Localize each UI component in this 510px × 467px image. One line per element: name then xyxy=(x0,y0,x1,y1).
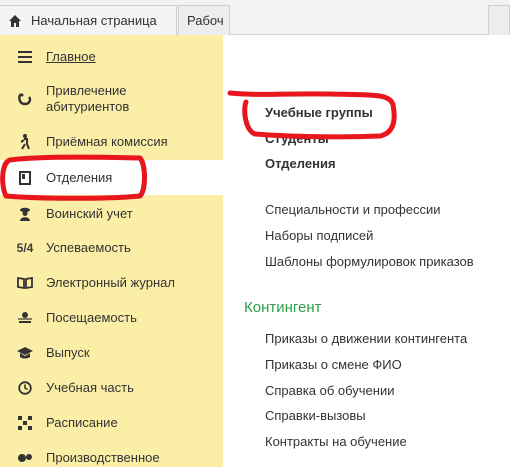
sidebar-item-label: Учебная часть xyxy=(46,380,134,395)
tab-home-label: Начальная страница xyxy=(31,13,157,28)
attendance-icon xyxy=(16,309,34,327)
sidebar-item-journal[interactable]: Электронный журнал xyxy=(0,270,223,296)
door-icon xyxy=(16,169,34,187)
tab-bar: Начальная страница Рабоч xyxy=(0,0,510,35)
sidebar-item-departments[interactable]: Отделения xyxy=(0,160,223,195)
sidebar-item-graduation[interactable]: Выпуск xyxy=(0,340,223,366)
magnet-icon xyxy=(16,90,34,108)
sidebar-item-admission[interactable]: Приёмная комиссия xyxy=(0,129,223,155)
sidebar-item-schedule[interactable]: Расписание xyxy=(0,410,223,436)
link-study-contracts[interactable]: Контракты на обучение xyxy=(265,434,407,449)
sidebar-item-label: Электронный журнал xyxy=(46,275,175,290)
graduation-cap-icon xyxy=(16,344,34,362)
soldier-icon xyxy=(16,205,34,223)
link-study-certificate[interactable]: Справка об обучении xyxy=(265,383,395,398)
sidebar-item-grade-glyph: 5/4 xyxy=(16,241,34,255)
sidebar-item-main[interactable]: Главное xyxy=(0,44,223,70)
sidebar-item-attendance[interactable]: Посещаемость xyxy=(0,305,223,331)
sidebar-item-label: Успеваемость xyxy=(46,240,131,255)
link-movement-orders[interactable]: Приказы о движении контингента xyxy=(265,331,467,346)
sidebar-item-label: Отделения xyxy=(46,169,113,185)
sidebar-item-military[interactable]: Воинский учет xyxy=(0,201,223,227)
sidebar-item-label: Выпуск xyxy=(46,345,90,360)
sidebar-item-applicants[interactable]: Привлечение абитуриентов xyxy=(0,77,223,121)
sidebar: Главное Привлечение абитуриентов Приёмна… xyxy=(0,35,223,467)
production-icon xyxy=(16,449,34,467)
section-heading-contingent: Контингент xyxy=(244,299,322,316)
sidebar-item-label: Расписание xyxy=(46,415,118,430)
tab-working[interactable]: Рабоч xyxy=(178,5,230,35)
open-book-icon xyxy=(16,274,34,292)
sidebar-item-label: Главное xyxy=(46,49,96,64)
content-panel: Учебные группы Студенты Отделения Специа… xyxy=(223,35,510,467)
link-departments[interactable]: Отделения xyxy=(265,156,336,171)
sidebar-item-label: Воинский учет xyxy=(46,206,133,221)
tab-next[interactable] xyxy=(488,5,510,35)
link-specialties[interactable]: Специальности и профессии xyxy=(265,202,441,217)
sidebar-item-label: Привлечение абитуриентов xyxy=(46,83,130,114)
tab-working-label: Рабоч xyxy=(187,13,224,28)
link-summons-certificates[interactable]: Справки-вызовы xyxy=(265,408,366,423)
link-name-change-orders[interactable]: Приказы о смене ФИО xyxy=(265,357,402,372)
link-order-templates[interactable]: Шаблоны формулировок приказов xyxy=(265,254,474,269)
schedule-grid-icon xyxy=(16,414,34,432)
sidebar-item-academic[interactable]: Учебная часть xyxy=(0,375,223,401)
sidebar-item-production[interactable]: Производственное xyxy=(0,445,223,467)
tab-home[interactable]: Начальная страница xyxy=(0,5,177,35)
sidebar-item-label: Посещаемость xyxy=(46,310,137,325)
sidebar-item-label: Производственное xyxy=(46,450,160,465)
sidebar-item-progress[interactable]: 5/4 Успеваемость xyxy=(0,235,223,261)
link-students[interactable]: Студенты xyxy=(265,131,329,146)
link-study-groups[interactable]: Учебные группы xyxy=(265,105,373,120)
clock-icon xyxy=(16,379,34,397)
link-signature-sets[interactable]: Наборы подписей xyxy=(265,228,373,243)
home-icon xyxy=(8,14,22,28)
walking-person-icon xyxy=(16,133,34,151)
sidebar-item-label: Приёмная комиссия xyxy=(46,134,168,149)
menu-lines-icon xyxy=(16,48,34,66)
